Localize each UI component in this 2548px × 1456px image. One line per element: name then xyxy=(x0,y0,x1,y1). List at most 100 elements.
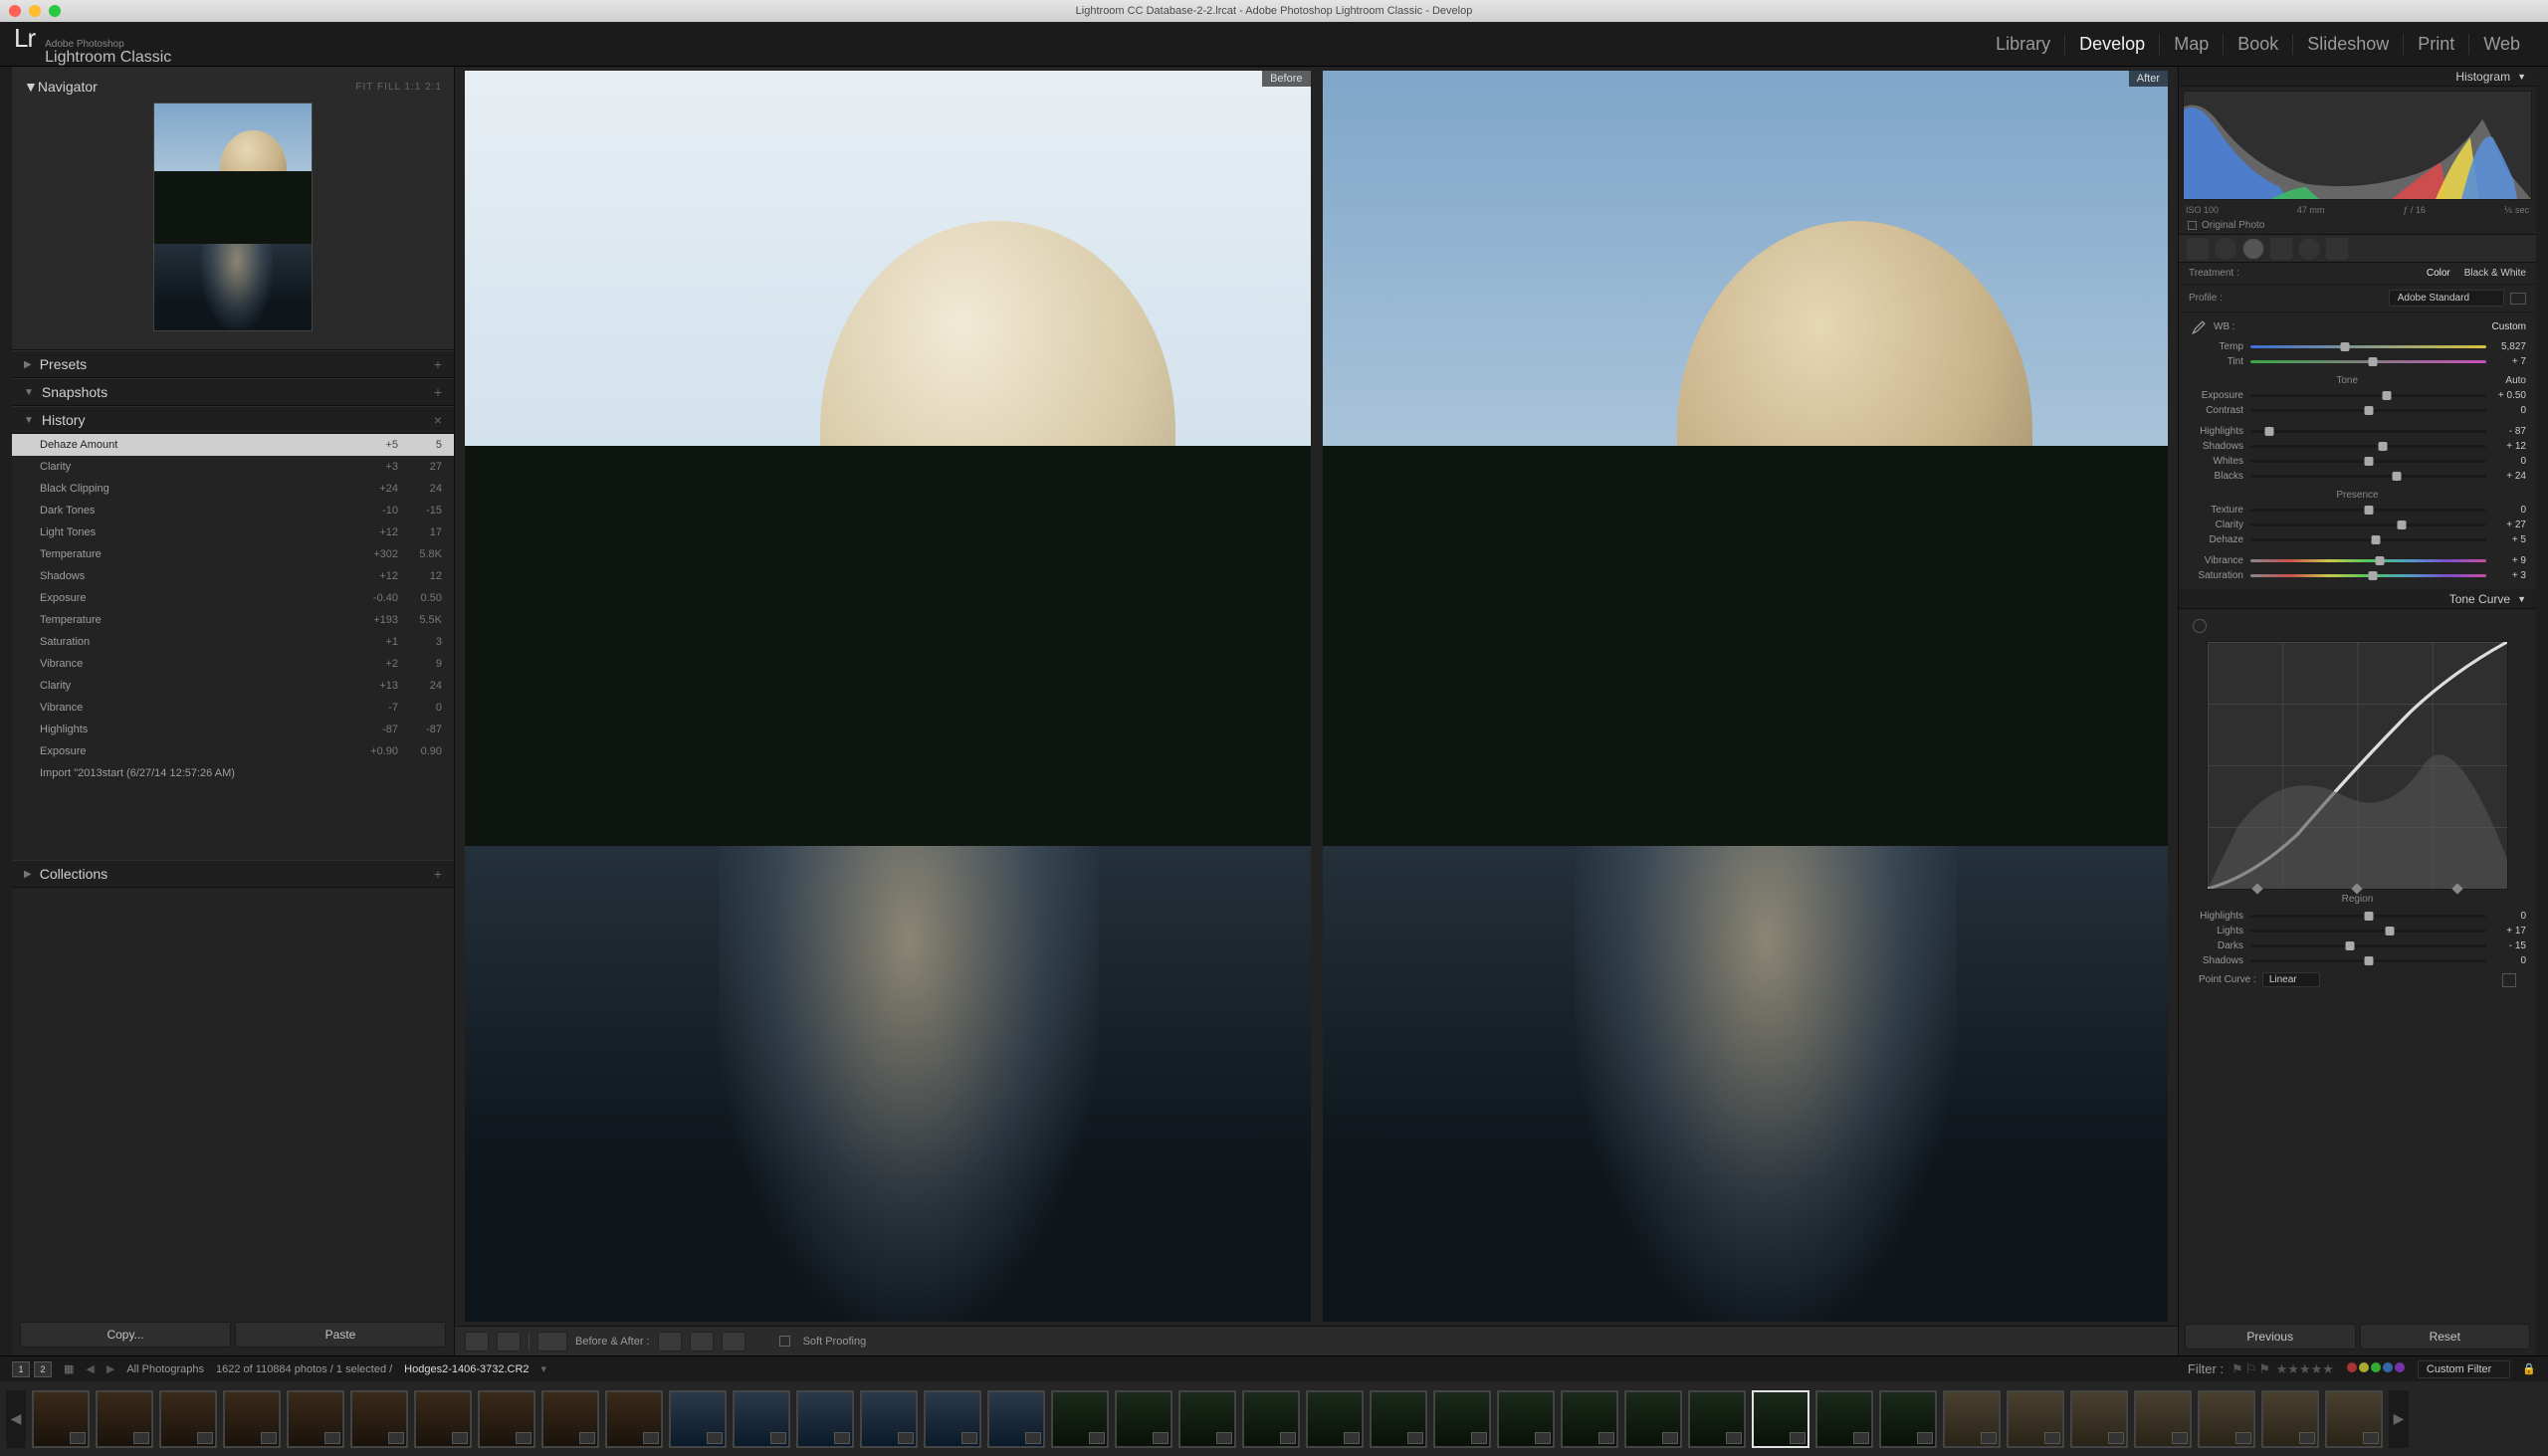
module-book[interactable]: Book xyxy=(2224,34,2293,55)
zoom-window-button[interactable] xyxy=(49,5,61,17)
histogram-display[interactable] xyxy=(2183,91,2532,200)
filmstrip-thumb[interactable] xyxy=(733,1390,790,1448)
filmstrip-thumb[interactable] xyxy=(2198,1390,2255,1448)
filmstrip-thumb[interactable] xyxy=(1497,1390,1555,1448)
filmstrip-thumb[interactable] xyxy=(2325,1390,2383,1448)
highlights-slider[interactable]: Highlights0 xyxy=(2189,909,2526,924)
filmstrip-thumb[interactable] xyxy=(1561,1390,1618,1448)
filmstrip-thumb[interactable] xyxy=(669,1390,727,1448)
history-item[interactable]: Exposure-0.400.50 xyxy=(12,587,454,609)
minimize-window-button[interactable] xyxy=(29,5,41,17)
filmstrip-next[interactable]: ▶ xyxy=(2389,1390,2409,1448)
flag-unflag-icon[interactable]: ⚐ xyxy=(2245,1361,2257,1377)
wb-eyedropper-icon[interactable] xyxy=(2189,318,2206,335)
history-item[interactable]: Clarity+327 xyxy=(12,456,454,478)
filmstrip-thumb[interactable] xyxy=(1051,1390,1109,1448)
tone-curve-editor[interactable] xyxy=(2207,641,2508,890)
darks-slider[interactable]: Darks- 15 xyxy=(2189,938,2526,953)
filmstrip-thumb[interactable] xyxy=(1433,1390,1491,1448)
history-item[interactable]: Light Tones+1217 xyxy=(12,521,454,543)
blacks-slider[interactable]: Blacks+ 24 xyxy=(2189,469,2526,484)
history-item[interactable]: Clarity+1324 xyxy=(12,675,454,697)
original-checkbox[interactable] xyxy=(2188,221,2197,230)
filmstrip-thumb[interactable] xyxy=(796,1390,854,1448)
disclosure-triangle-icon[interactable]: ▼ xyxy=(24,79,38,95)
filmstrip-thumb[interactable] xyxy=(860,1390,918,1448)
filmstrip-thumb[interactable] xyxy=(924,1390,981,1448)
filmstrip-thumb[interactable] xyxy=(223,1390,281,1448)
filmstrip-thumb[interactable] xyxy=(987,1390,1045,1448)
curve-target-icon[interactable] xyxy=(2193,619,2207,633)
after-canvas[interactable]: After xyxy=(1323,71,2169,1322)
saturation-slider[interactable]: Saturation+ 3 xyxy=(2189,568,2526,583)
close-window-button[interactable] xyxy=(9,5,21,17)
filmstrip-thumb[interactable] xyxy=(2070,1390,2128,1448)
flag-pick-icon[interactable]: ⚑ xyxy=(2231,1361,2243,1377)
collections-header[interactable]: ▶Collections+ xyxy=(12,860,454,888)
filmstrip-thumb[interactable] xyxy=(1943,1390,2001,1448)
soft-proofing-checkbox[interactable] xyxy=(779,1336,790,1347)
snapshots-header[interactable]: ▼Snapshots+ xyxy=(12,378,454,406)
edit-point-curve-icon[interactable] xyxy=(2502,973,2516,987)
ba-swap-button[interactable] xyxy=(690,1332,714,1352)
rating-filter[interactable]: Filter : ⚑⚐⚑ ★★★★★ xyxy=(2188,1361,2334,1377)
shadows-slider[interactable]: Shadows0 xyxy=(2189,953,2526,968)
right-edge-collapse[interactable] xyxy=(2536,67,2548,1355)
color-label-filter[interactable] xyxy=(2346,1362,2406,1375)
filmstrip-thumb[interactable] xyxy=(350,1390,408,1448)
filmstrip-thumb[interactable] xyxy=(605,1390,663,1448)
history-item[interactable]: Saturation+13 xyxy=(12,631,454,653)
profile-browser-icon[interactable] xyxy=(2510,293,2526,305)
module-library[interactable]: Library xyxy=(1982,34,2065,55)
filmstrip-thumb[interactable] xyxy=(96,1390,153,1448)
navigator-zoom-levels[interactable]: FIT FILL 1:1 2:1 xyxy=(355,82,442,93)
previous-button[interactable]: Previous xyxy=(2185,1324,2356,1350)
history-item[interactable]: Temperature+3025.8K xyxy=(12,543,454,565)
exposure-slider[interactable]: Exposure+ 0.50 xyxy=(2189,388,2526,403)
contrast-slider[interactable]: Contrast0 xyxy=(2189,403,2526,418)
history-item[interactable]: Vibrance+29 xyxy=(12,653,454,675)
profile-select[interactable]: Adobe Standard xyxy=(2389,290,2504,307)
filmstrip-prev[interactable]: ◀ xyxy=(6,1390,26,1448)
curve-split-handle[interactable] xyxy=(2251,883,2262,894)
treatment-color[interactable]: Color xyxy=(2427,268,2450,279)
secondary-monitor-buttons[interactable]: 12 xyxy=(12,1361,52,1377)
curve-split-handle[interactable] xyxy=(2352,883,2363,894)
back-icon[interactable]: ◀ xyxy=(86,1362,94,1375)
module-print[interactable]: Print xyxy=(2404,34,2469,55)
compare-view-button[interactable] xyxy=(497,1332,521,1352)
filmstrip-thumb[interactable] xyxy=(1624,1390,1682,1448)
paste-button[interactable]: Paste xyxy=(235,1322,446,1348)
filmstrip-thumb[interactable] xyxy=(287,1390,344,1448)
radial-filter-tool[interactable] xyxy=(2298,238,2320,260)
filmstrip-thumb[interactable] xyxy=(32,1390,90,1448)
copy-button[interactable]: Copy... xyxy=(20,1322,231,1348)
tint-slider[interactable]: Tint+ 7 xyxy=(2189,354,2526,369)
filmstrip-thumb[interactable] xyxy=(541,1390,599,1448)
treatment-bw[interactable]: Black & White xyxy=(2464,268,2526,279)
whites-slider[interactable]: Whites0 xyxy=(2189,454,2526,469)
filmstrip-thumb[interactable] xyxy=(2134,1390,2192,1448)
grid-icon[interactable]: ▦ xyxy=(64,1362,74,1375)
filmstrip-thumb[interactable] xyxy=(1752,1390,1809,1448)
before-canvas[interactable]: Before xyxy=(465,71,1311,1322)
filter-lock-icon[interactable]: 🔒 xyxy=(2522,1362,2536,1375)
highlights-slider[interactable]: Highlights- 87 xyxy=(2189,424,2526,439)
ba-mode-dropdown[interactable] xyxy=(537,1332,567,1352)
auto-tone-button[interactable]: Auto xyxy=(2505,375,2526,386)
history-item[interactable]: Temperature+1935.5K xyxy=(12,609,454,631)
flag-reject-icon[interactable]: ⚑ xyxy=(2258,1361,2270,1377)
filmstrip-thumb[interactable] xyxy=(1815,1390,1873,1448)
spot-removal-tool[interactable] xyxy=(2215,238,2236,260)
point-curve-select[interactable]: Linear xyxy=(2262,972,2320,987)
history-item[interactable]: Dehaze Amount+55 xyxy=(12,434,454,456)
clarity-slider[interactable]: Clarity+ 27 xyxy=(2189,518,2526,532)
filmstrip-thumb[interactable] xyxy=(414,1390,472,1448)
filmstrip-thumb[interactable] xyxy=(1115,1390,1172,1448)
navigator-thumbnail[interactable] xyxy=(153,103,313,331)
wb-select[interactable]: Custom xyxy=(2492,321,2526,332)
clear-icon[interactable]: × xyxy=(434,412,442,428)
left-edge-collapse[interactable] xyxy=(0,67,12,1355)
dropdown-icon[interactable]: ▾ xyxy=(541,1362,547,1375)
filmstrip-thumb[interactable] xyxy=(2261,1390,2319,1448)
